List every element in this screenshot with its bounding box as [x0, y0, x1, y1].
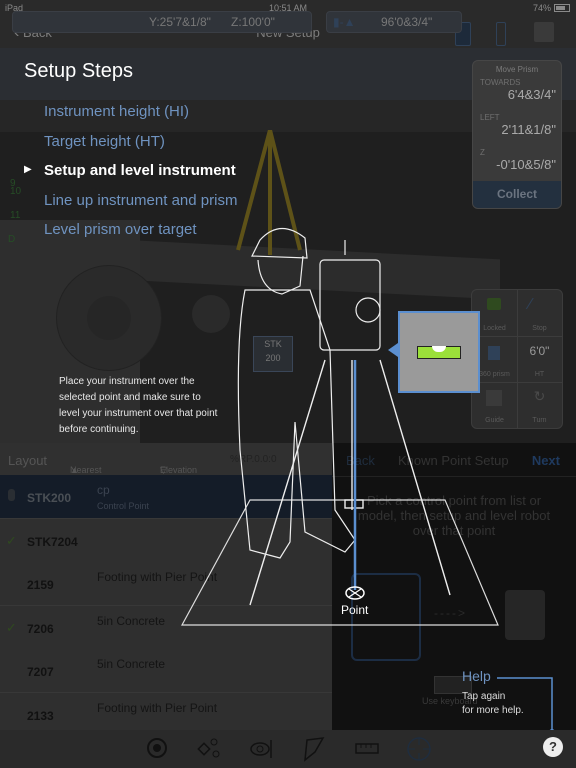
eye-icon	[250, 740, 272, 758]
collect-button[interactable]: Collect	[473, 181, 561, 208]
point-desc: Footing with Pier Point	[97, 700, 218, 715]
stop-button[interactable]: ∕ Stop	[517, 290, 562, 337]
help-title: Help	[462, 668, 491, 684]
turn-icon: ↻	[533, 388, 546, 404]
tab-points[interactable]	[146, 736, 172, 762]
position-readout: Y:25'7&1/8" Z:100'0"	[12, 11, 312, 33]
stop-tracking-icon: ∕	[529, 296, 532, 313]
setup-step-item[interactable]: Line up instrument and prism	[44, 192, 237, 209]
setup-step-item[interactable]: Level prism over target	[44, 221, 197, 238]
grid-label: D	[8, 234, 16, 245]
pen-icon	[304, 737, 325, 762]
sort-label: Nearest	[70, 465, 102, 475]
bubble-level-icon	[417, 346, 461, 359]
point-label: Point	[341, 603, 369, 617]
tab-markup[interactable]	[301, 736, 327, 762]
point-list-row[interactable]: 7207 5in Concrete	[0, 649, 332, 693]
z-coordinate: Z:100'0"	[231, 15, 275, 29]
point-sub: Control Point	[97, 501, 150, 511]
point-desc: 5in Concrete	[97, 613, 166, 628]
point-id: STK200	[27, 491, 72, 505]
user-avatar[interactable]	[534, 22, 554, 42]
move-prism-card: Move Prism TOWARDS 6'4&3/4" LEFT 2'11&1/…	[472, 60, 562, 209]
move-prism-title: Move Prism	[495, 65, 539, 74]
instrument-to-prism-icon: ▮-▲	[333, 15, 356, 29]
y-coordinate: Y:25'7&1/8"	[149, 15, 211, 29]
grid-label: 10	[10, 186, 22, 197]
prism-battery-icon[interactable]	[496, 22, 506, 46]
help-button[interactable]: ?	[543, 737, 563, 757]
ground-plane	[180, 499, 499, 626]
stop-label: Stop	[532, 325, 547, 332]
tripod-figure	[249, 359, 451, 606]
distance-value: 96'0&3/4"	[381, 15, 433, 29]
robot-icon	[505, 590, 545, 640]
point-desc: cp	[97, 483, 110, 497]
layout-title: Layout	[8, 453, 48, 468]
ht-value: 6'0"	[529, 344, 550, 358]
point-id: 2133	[27, 708, 54, 723]
crosshair-icon	[407, 737, 431, 761]
callout-pointer	[388, 343, 398, 357]
point-id: STK7204	[27, 534, 78, 549]
cubes-icon	[197, 738, 220, 758]
tab-view[interactable]	[249, 736, 275, 762]
target-height-button[interactable]: 6'0" HT	[517, 336, 562, 383]
left-label: LEFT	[480, 113, 500, 122]
point-desc: 5in Concrete	[97, 657, 166, 671]
next-button[interactable]: Next	[532, 453, 560, 468]
grid-label: 11	[10, 210, 21, 221]
setup-illustration	[180, 227, 499, 626]
left-value: 2'11&1/8"	[501, 122, 556, 137]
step-instruction: Place your instrument over the selected …	[59, 376, 218, 435]
joystick-control[interactable]	[56, 265, 162, 371]
setup-steps-title: Setup Steps	[24, 60, 133, 82]
point-id: 2159	[27, 578, 54, 592]
setup-step-item[interactable]: Target height (HT)	[44, 133, 165, 150]
help-connector	[497, 677, 555, 735]
setup-step-item[interactable]: Instrument height (HI)	[44, 103, 189, 120]
level-bubble-callout	[388, 311, 480, 393]
current-step-arrow-icon: ▶	[24, 164, 32, 175]
towards-value: 6'4&3/4"	[507, 87, 556, 102]
point-pin-icon	[147, 738, 167, 758]
turn-label: Turn	[532, 417, 547, 424]
tab-measure[interactable]	[354, 736, 380, 762]
towards-label: TOWARDS	[480, 78, 521, 87]
tab-objects[interactable]	[196, 736, 222, 762]
battery-indicator: 74%	[533, 3, 570, 13]
point-id: 7207	[27, 665, 54, 679]
ruler-icon	[355, 743, 379, 754]
battery-icon	[554, 4, 570, 12]
distance-readout: ▮-▲ 96'0&3/4"	[326, 11, 462, 33]
turn-button[interactable]: ↻ Turn	[517, 382, 562, 428]
bottom-toolbar	[0, 730, 576, 768]
tab-crosshair[interactable]	[406, 736, 432, 762]
checkmark-icon: ✓	[6, 619, 17, 635]
setup-step-item[interactable]: Setup and level instrument	[44, 162, 236, 179]
battery-percent: 74%	[532, 3, 551, 13]
point-id: 7206	[27, 621, 54, 636]
instrument-pin-icon	[8, 489, 15, 501]
z-value: -0'10&5/8"	[496, 157, 556, 172]
checkmark-icon: ✓	[6, 532, 17, 548]
z-label: Z	[480, 148, 485, 157]
ht-label: HT	[534, 371, 545, 378]
